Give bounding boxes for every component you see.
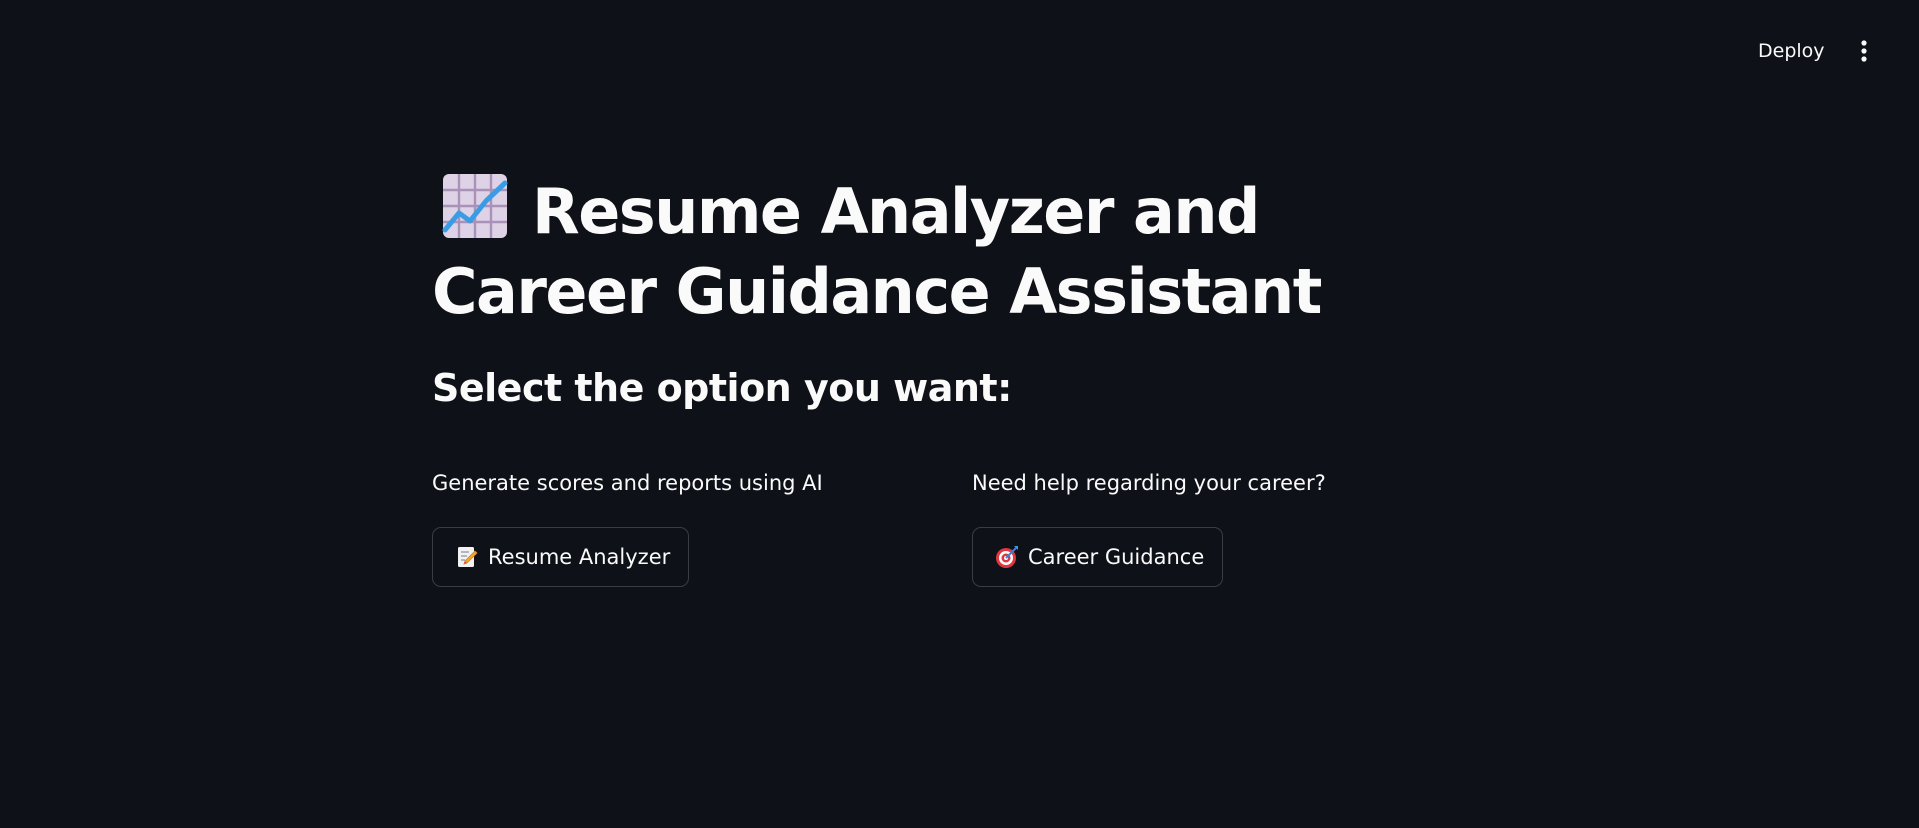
select-option-heading: Select the option you want: <box>432 366 1012 410</box>
career-guidance-button[interactable]: Career Guidance <box>972 527 1224 587</box>
chart-increasing-icon <box>442 174 508 238</box>
memo-icon <box>458 547 478 567</box>
resume-analyzer-caption: Generate scores and reports using AI <box>432 471 823 495</box>
career-guidance-caption: Need help regarding your career? <box>972 471 1326 495</box>
career-guidance-label: Career Guidance <box>1028 545 1205 569</box>
vertical-ellipsis-icon <box>1861 40 1867 62</box>
career-guidance-column: Need help regarding your career? Career … <box>972 468 1392 587</box>
page-title: Resume Analyzer and Career Guidance Assi… <box>432 172 1392 332</box>
resume-analyzer-label: Resume Analyzer <box>488 545 671 569</box>
resume-analyzer-button[interactable]: Resume Analyzer <box>432 527 690 587</box>
direct-hit-icon <box>996 546 1018 568</box>
main-menu-button[interactable] <box>1846 36 1882 66</box>
deploy-button[interactable]: Deploy <box>1748 36 1835 66</box>
page-title-text: Resume Analyzer and Career Guidance Assi… <box>432 175 1322 328</box>
resume-analyzer-column: Generate scores and reports using AI Res… <box>432 468 852 587</box>
app-header: Deploy <box>0 0 1919 100</box>
deploy-label: Deploy <box>1758 40 1825 62</box>
